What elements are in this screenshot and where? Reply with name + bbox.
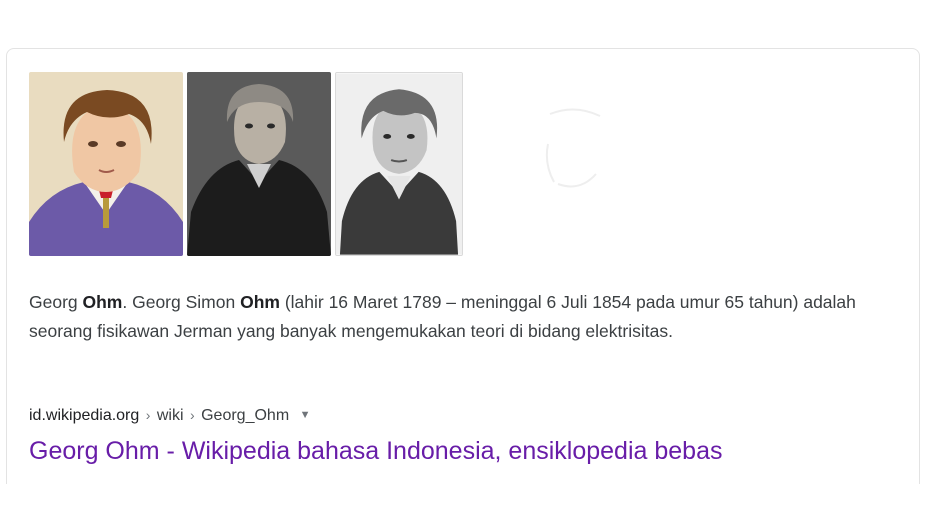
snippet-part: Georg	[29, 292, 83, 312]
portrait-image-2[interactable]	[187, 72, 331, 256]
portrait-photo-illustration	[187, 72, 331, 256]
citation-domain: id.wikipedia.org	[29, 407, 140, 424]
snippet-part: . Georg Simon	[122, 292, 241, 312]
portrait-color-illustration	[29, 72, 183, 256]
portrait-image-3[interactable]	[335, 72, 463, 256]
citation-breadcrumb: id.wikipedia.org › wiki › Georg_Ohm ▼	[29, 407, 311, 425]
result-title-link[interactable]: Georg Ohm - Wikipedia bahasa Indonesia, …	[29, 437, 722, 466]
snippet-bold: Ohm	[82, 292, 123, 312]
snippet-bold: Ohm	[240, 292, 280, 312]
citation-path-segment: Georg_Ohm	[201, 407, 290, 424]
portrait-image-1[interactable]	[29, 72, 183, 256]
breadcrumb-separator: ›	[189, 407, 195, 423]
dropdown-arrow-icon[interactable]: ▼	[300, 409, 311, 421]
snippet-text: Georg Ohm. Georg Simon Ohm (lahir 16 Mar…	[29, 288, 909, 346]
portrait-engraving-illustration	[336, 73, 462, 255]
breadcrumb-separator: ›	[145, 407, 151, 423]
faded-image-placeholder	[545, 108, 601, 188]
citation-path-segment: wiki	[156, 407, 184, 424]
